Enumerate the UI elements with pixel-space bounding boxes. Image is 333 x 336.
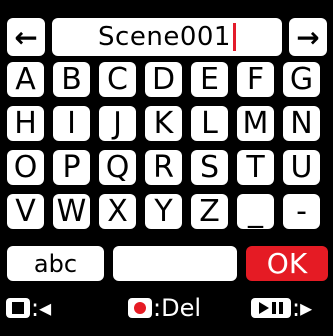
key-t[interactable]: T xyxy=(237,150,274,185)
cursor-right-button[interactable]: → xyxy=(289,18,327,56)
stop-button-icon xyxy=(6,298,30,318)
record-action-label: :Del xyxy=(153,294,201,322)
key-o[interactable]: O xyxy=(7,150,44,185)
key-g[interactable]: G xyxy=(283,62,320,97)
stop-square-icon xyxy=(12,302,24,314)
name-input-field[interactable]: Scene001 xyxy=(52,18,282,56)
key-m[interactable]: M xyxy=(237,106,274,141)
key-x[interactable]: X xyxy=(99,194,136,229)
record-button-icon xyxy=(128,298,152,318)
key-i[interactable]: I xyxy=(53,106,90,141)
key-z[interactable]: Z xyxy=(191,194,228,229)
key-e[interactable]: E xyxy=(191,62,228,97)
play-action-label: :▸ xyxy=(292,294,313,322)
record-dot-icon xyxy=(134,302,146,314)
space-button[interactable] xyxy=(113,246,237,281)
key-p[interactable]: P xyxy=(53,150,90,185)
ok-button[interactable]: OK xyxy=(246,246,328,281)
key-l[interactable]: L xyxy=(191,106,228,141)
key-h[interactable]: H xyxy=(7,106,44,141)
key-k[interactable]: K xyxy=(145,106,182,141)
play-pause-button-icon xyxy=(251,298,291,318)
key-q[interactable]: Q xyxy=(99,150,136,185)
key-s[interactable]: S xyxy=(191,150,228,185)
key-j[interactable]: J xyxy=(99,106,136,141)
text-cursor xyxy=(232,23,236,51)
name-input-value: Scene001 xyxy=(98,22,231,52)
key-underscore[interactable]: _ xyxy=(237,194,274,229)
key-n[interactable]: N xyxy=(283,106,320,141)
key-f[interactable]: F xyxy=(237,62,274,97)
arrow-left-icon: ← xyxy=(14,20,38,54)
key-w[interactable]: W xyxy=(53,194,90,229)
play-pause-icon xyxy=(259,302,283,314)
key-d[interactable]: D xyxy=(145,62,182,97)
key-c[interactable]: C xyxy=(99,62,136,97)
key-b[interactable]: B xyxy=(53,62,90,97)
key-a[interactable]: A xyxy=(7,62,44,97)
key-y[interactable]: Y xyxy=(145,194,182,229)
abc-case-button[interactable]: abc xyxy=(7,246,104,281)
cursor-left-button[interactable]: ← xyxy=(7,18,45,56)
arrow-right-icon: → xyxy=(296,20,320,54)
key-u[interactable]: U xyxy=(283,150,320,185)
key-r[interactable]: R xyxy=(145,150,182,185)
key-hyphen[interactable]: - xyxy=(283,194,320,229)
key-v[interactable]: V xyxy=(7,194,44,229)
stop-action-label: :◂ xyxy=(31,294,52,322)
